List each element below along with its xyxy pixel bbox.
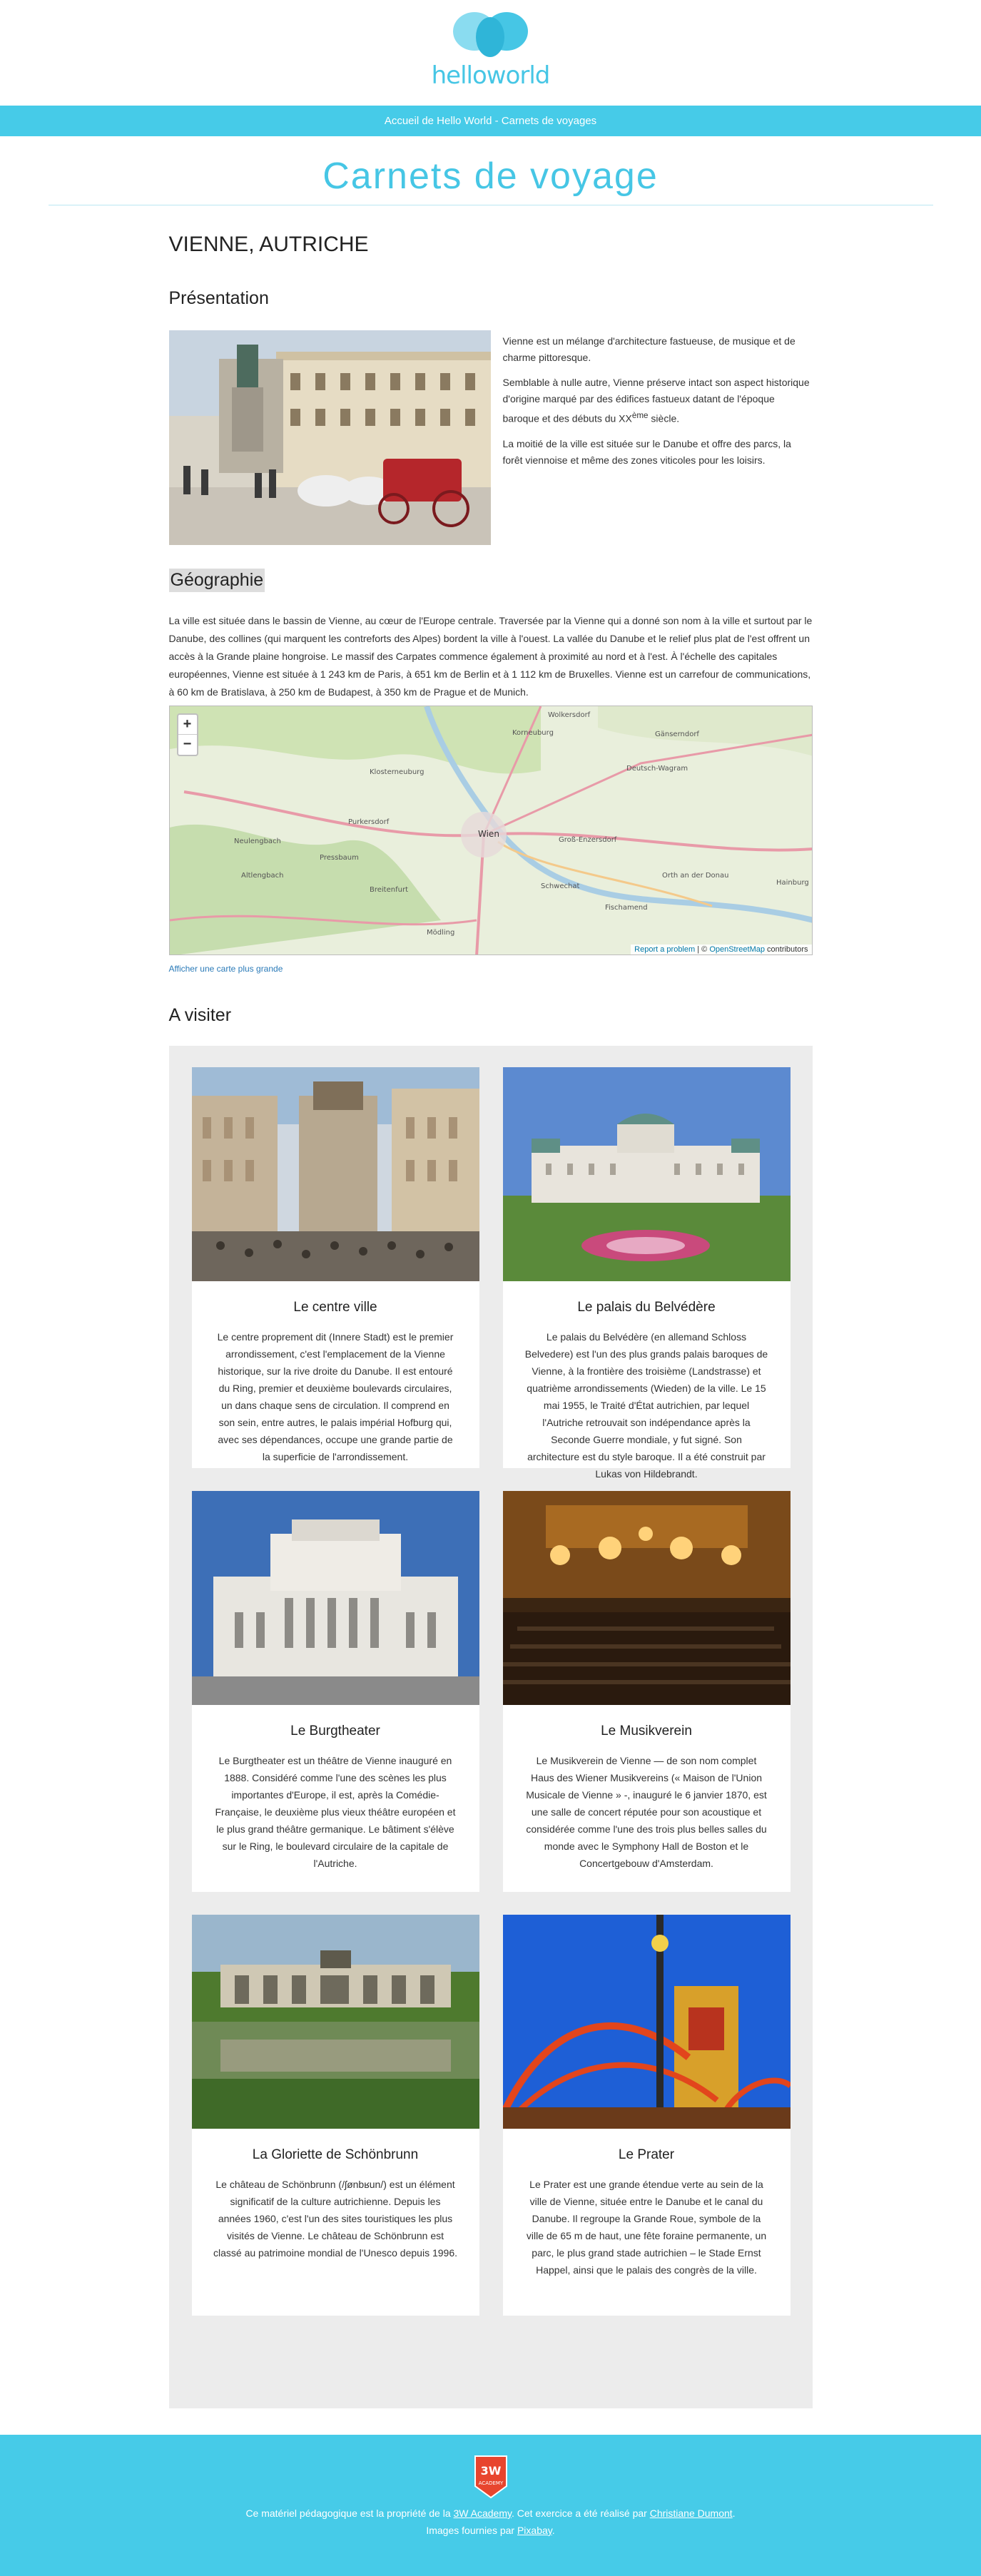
footer-credits: Ce matériel pédagogique est la propriété… <box>245 2508 736 2536</box>
map-label: Breitenfurt <box>370 886 408 894</box>
top-navigation-bar: Accueil de Hello World - Carnets de voya… <box>0 106 981 136</box>
map-attribution: Report a problem | © OpenStreetMap contr… <box>631 945 812 954</box>
presentation-paragraph-2: Semblable à nulle autre, Vienne préserve… <box>502 377 810 424</box>
main-container: Carnets de voyage VIENNE, AUTRICHE Prése… <box>48 155 933 2408</box>
map-label: Wolkersdorf <box>548 711 591 719</box>
map-label: Orth an der Donau <box>662 872 728 880</box>
map-label: Neulengbach <box>234 838 281 845</box>
map-label: Altlengbach <box>241 872 283 880</box>
visit-card: Le centre ville Le centre proprement dit… <box>191 1067 479 1468</box>
map-label: Klosterneuburg <box>370 768 424 776</box>
presentation-paragraph-3: La moitié de la ville est située sur le … <box>502 437 791 466</box>
map-zoom-control: + − <box>176 713 198 756</box>
map-label: Korneuburg <box>512 729 554 737</box>
3w-academy-link[interactable]: 3W Academy <box>454 2508 512 2519</box>
svg-text:3W: 3W <box>480 2464 501 2478</box>
presentation-paragraph-1: Vienne est un mélange d'architecture fas… <box>502 335 796 363</box>
visit-card: Le Musikverein Le Musikverein de Vienne … <box>502 1491 791 1892</box>
card-text: Le centre proprement dit (Innere Stadt) … <box>217 1331 454 1462</box>
map-label: Hainburg <box>776 879 809 887</box>
map-label: Pressbaum <box>320 854 359 862</box>
site-footer: 3W ACADEMY Ce matériel pédagogique est l… <box>0 2435 981 2576</box>
city-heading: VIENNE, AUTRICHE <box>168 233 369 256</box>
visit-card: La Gloriette de Schönbrunn Le château de… <box>191 1915 479 2316</box>
map-label: Purkersdorf <box>348 818 390 826</box>
visiter-heading: A visiter <box>168 1005 232 1025</box>
map-label: Wien <box>478 829 499 839</box>
author-link[interactable]: Christiane Dumont <box>650 2508 733 2519</box>
site-header: helloworld <box>0 0 981 106</box>
visit-card: Le Prater Le Prater est une grande étend… <box>502 1915 791 2316</box>
gloriette-photo <box>191 1915 479 2129</box>
content-column: VIENNE, AUTRICHE Présentation Vienne est… <box>168 233 813 2408</box>
card-text: Le Prater est une grande étendue verte a… <box>526 2179 767 2276</box>
butterfly-logo-icon[interactable] <box>446 10 535 60</box>
map-label: Groß-Enzersdorf <box>559 836 617 844</box>
belvedere-photo <box>502 1067 791 1281</box>
openstreetmap-link[interactable]: OpenStreetMap <box>709 945 765 954</box>
svg-text:ACADEMY: ACADEMY <box>478 2480 503 2486</box>
burgtheater-photo <box>191 1491 479 1705</box>
centre-ville-photo <box>191 1067 479 1281</box>
card-title: Le Burgtheater <box>290 1724 380 1738</box>
visit-card: Le Burgtheater Le Burgtheater est un thé… <box>191 1491 479 1892</box>
musikverein-photo <box>502 1491 791 1705</box>
report-problem-link[interactable]: Report a problem <box>634 945 695 954</box>
visit-cards-panel: Le centre ville Le centre proprement dit… <box>168 1046 813 2408</box>
geographie-text: La ville est située dans le bassin de Vi… <box>168 615 813 698</box>
card-title: Le Prater <box>618 2147 675 2162</box>
prater-photo <box>502 1915 791 2129</box>
card-text: Le château de Schönbrunn (/ʃønbʁun/) est… <box>213 2179 457 2259</box>
map-label: Schwechat <box>541 882 579 890</box>
map-label: Mödling <box>427 929 454 937</box>
map-label: Fischamend <box>605 904 648 912</box>
map-tiles[interactable]: Wien Korneuburg Klosterneuburg Gänserndo… <box>169 706 813 955</box>
presentation-heading: Présentation <box>168 288 269 308</box>
card-title: Le centre ville <box>293 1300 377 1315</box>
card-text: Le palais du Belvédère (en allemand Schl… <box>524 1331 768 1480</box>
zoom-in-button[interactable]: + <box>178 715 197 735</box>
larger-map-link[interactable]: Afficher une carte plus grande <box>169 964 813 974</box>
brand-logo-text[interactable]: helloworld <box>432 61 551 90</box>
breadcrumb-home-link[interactable]: Accueil de Hello World - Carnets de voya… <box>385 115 596 127</box>
map-label: Deutsch-Wagram <box>626 765 688 773</box>
presentation-section: Vienne est un mélange d'architecture fas… <box>168 330 813 545</box>
vienna-hofburg-carriage-photo <box>168 330 491 545</box>
3w-academy-logo-icon[interactable]: 3W ACADEMY <box>472 2455 509 2499</box>
card-title: Le palais du Belvédère <box>577 1300 716 1315</box>
zoom-out-button[interactable]: − <box>178 735 197 755</box>
page-title: Carnets de voyage <box>48 155 933 205</box>
card-text: Le Musikverein de Vienne — de son nom co… <box>526 1755 767 1869</box>
visit-card: Le palais du Belvédère Le palais du Belv… <box>502 1067 791 1480</box>
card-title: Le Musikverein <box>601 1724 692 1738</box>
card-title: La Gloriette de Schönbrunn <box>252 2147 419 2162</box>
vienna-map[interactable]: Wien Korneuburg Klosterneuburg Gänserndo… <box>168 706 813 955</box>
geographie-heading: Géographie <box>168 569 265 592</box>
presentation-text: Vienne est un mélange d'architecture fas… <box>503 330 813 545</box>
pixabay-link[interactable]: Pixabay <box>517 2525 552 2536</box>
card-text: Le Burgtheater est un théâtre de Vienne … <box>215 1755 456 1869</box>
map-label: Gänserndorf <box>655 730 699 738</box>
